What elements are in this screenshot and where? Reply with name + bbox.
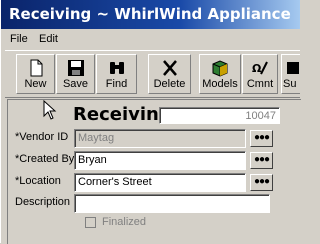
window-title: Receiving ~ WhirlWind Appliance [9,5,291,23]
new-button[interactable]: New [16,54,55,94]
delete-label: Delete [153,78,186,90]
menu-bar: File Edit [1,29,300,49]
location-lookup-button[interactable]: ●●● [250,174,273,191]
created-by-label: *Created By [15,153,75,165]
vendor-id-field[interactable]: Maytag [74,129,246,148]
record-number-field: 10047 [159,107,280,124]
save-label: Save [62,78,89,90]
menu-edit[interactable]: Edit [39,33,58,45]
location-field[interactable]: Corner's Street [74,173,246,192]
location-label: *Location [15,175,61,187]
finalized-checkbox[interactable] [85,217,96,228]
created-by-field[interactable]: Bryan [74,151,246,170]
models-button[interactable]: Models [199,54,241,94]
find-button[interactable]: Find [96,54,137,94]
title-bar[interactable]: Receiving ~ WhirlWind Appliance [1,0,300,29]
mouse-cursor-icon [43,100,57,120]
find-label: Find [105,78,128,90]
description-label: Description [15,196,71,208]
new-label: New [24,78,47,90]
comment-button[interactable]: Ω Cmnt [242,54,278,94]
receiving-window: Receiving ~ WhirlWind Appliance File Edi… [0,0,301,244]
description-field[interactable] [74,194,270,213]
new-document-icon [30,59,42,77]
models-label: Models [202,78,238,90]
created-by-lookup-button[interactable]: ●●● [250,152,273,169]
save-button[interactable]: Save [56,54,95,94]
vendor-lookup-button[interactable]: ●●● [250,130,273,147]
toolbar: New Save Find Delete Models Ω Cmnt Su [5,50,300,98]
binoculars-icon [109,62,124,74]
models-cube-icon [212,60,228,77]
page-title: Receiving [73,104,172,125]
menu-file[interactable]: File [10,33,28,45]
summary-button[interactable]: Su [281,54,300,94]
summary-icon [287,62,299,74]
delete-button[interactable]: Delete [148,54,191,94]
finalized-label: Finalized [102,216,147,228]
delete-x-icon [162,60,177,76]
comment-pencil-icon: Ω [252,61,268,75]
vendor-id-label: *Vendor ID [15,131,69,143]
summary-label: Su [283,78,297,90]
floppy-disk-icon [67,60,84,76]
comment-label: Cmnt [246,78,274,90]
